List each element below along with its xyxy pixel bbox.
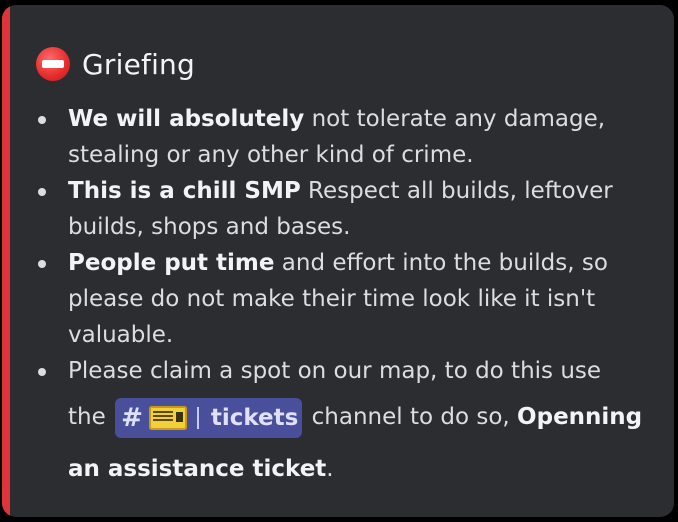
rule-item: Please claim a spot on our map, to do th… [36,353,648,495]
rule-item: People put time and effort into the buil… [36,245,648,353]
channel-name: tickets [210,404,299,431]
rules-embed: Griefing We will absolutely not tolerate… [2,5,674,517]
rules-list: We will absolutely not tolerate any dama… [36,101,648,495]
rule-text: . [326,456,334,482]
bullet-icon [38,260,46,268]
embed-title-text: Griefing [82,47,195,81]
separator [196,406,199,429]
rule-item: This is a chill SMP Respect all builds, … [36,173,648,245]
rule-text: channel to do so, [304,404,518,430]
rule-item: We will absolutely not tolerate any dama… [36,101,648,173]
hash-icon: # [121,402,143,433]
no-entry-icon [36,47,70,81]
bullet-icon [38,368,46,376]
rule-bold: Openning [517,404,643,430]
rule-text-line: the # tickets channel to do so, Openning [68,391,648,443]
bullet-icon [38,116,46,124]
rule-bold: an assistance ticket [68,456,327,482]
rule-text-line: an assistance ticket. [68,443,648,495]
rule-text: the [68,404,114,430]
ticket-icon [148,405,187,430]
channel-mention-tickets[interactable]: # tickets [115,397,303,438]
rule-bold: We will absolutely [68,106,305,132]
rule-bold: This is a chill SMP [68,178,301,204]
rule-text: Please claim a spot on our map, to do th… [68,358,602,384]
bullet-icon [38,188,46,196]
rule-bold: People put time [68,250,275,276]
embed-title: Griefing [36,42,195,86]
embed-accent-bar [2,5,10,517]
